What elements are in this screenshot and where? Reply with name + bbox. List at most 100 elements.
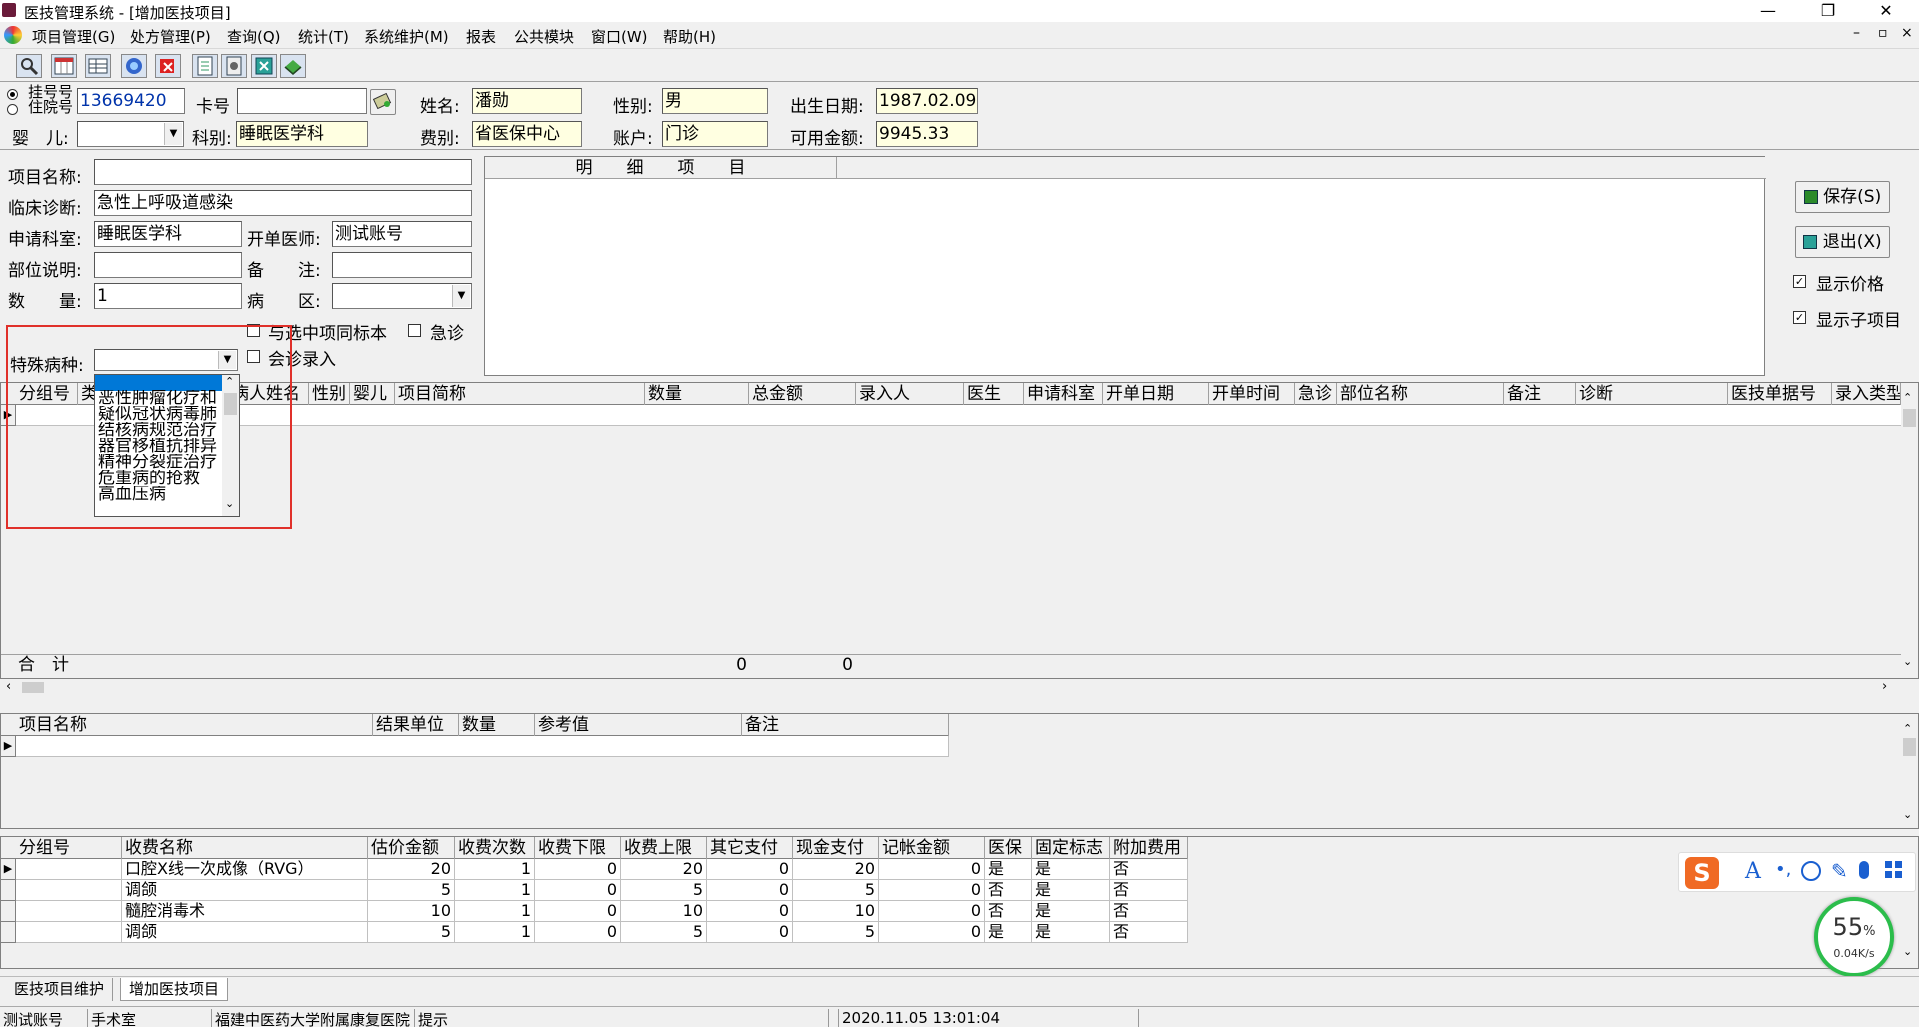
show-price-checkbox[interactable]: ✓ [1793, 275, 1806, 288]
card-input[interactable] [237, 88, 367, 114]
help-icon[interactable] [280, 54, 306, 78]
col-c-other[interactable]: 其它支付 [707, 837, 793, 859]
menu-stats[interactable]: 统计(T) [298, 26, 349, 47]
search-icon[interactable] [16, 54, 42, 78]
cell-name[interactable]: 调颌 [122, 880, 368, 901]
exit-button[interactable]: 退出(X) [1795, 226, 1890, 258]
cell-max[interactable]: 10 [621, 901, 707, 922]
chevron-down-icon[interactable]: ▼ [452, 285, 470, 307]
dropdown-option[interactable]: 结核病规范治疗 [98, 422, 222, 438]
result-grid-vscroll[interactable]: ⌃ ⌄ [1901, 714, 1918, 828]
settings-icon[interactable] [221, 54, 247, 78]
grid-icon[interactable] [1885, 861, 1903, 879]
cell-est[interactable]: 10 [368, 901, 455, 922]
menu-public[interactable]: 公共模块 [514, 26, 574, 47]
cell-name[interactable]: 调颌 [122, 922, 368, 943]
result-grid[interactable]: 项目名称 结果单位 数量 参考值 备注 ▶ ⌃ ⌄ [0, 713, 1919, 829]
dropdown-option[interactable]: 危重病的抢救 [98, 470, 222, 486]
col-entry-type[interactable]: 录入类型 [1832, 383, 1901, 405]
cell-insurance[interactable]: 是 [985, 859, 1032, 880]
col-total[interactable]: 总金额 [749, 383, 856, 405]
cell-min[interactable]: 0 [535, 880, 621, 901]
remark-input[interactable] [332, 252, 472, 278]
col-c-account[interactable]: 记帐金额 [879, 837, 985, 859]
dropdown-option[interactable]: 疑似冠状病毒肺 [98, 406, 222, 422]
cell-extra[interactable]: 否 [1110, 922, 1188, 943]
cell-name[interactable]: 口腔X线一次成像（RVG） [122, 859, 368, 880]
col-c-min[interactable]: 收费下限 [535, 837, 621, 859]
cell-est[interactable]: 5 [368, 880, 455, 901]
dob-input[interactable]: 1987.02.09 [876, 88, 978, 114]
dropdown-scrollbar[interactable]: ⌃ ⌄ [222, 375, 239, 516]
cell-times[interactable]: 1 [455, 880, 535, 901]
apply-dept-input[interactable]: 睡眠医学科 [94, 221, 242, 247]
emoji-icon[interactable] [1801, 861, 1821, 881]
col-entered-by[interactable]: 录入人 [856, 383, 964, 405]
globe-icon[interactable] [121, 54, 147, 78]
col-c-extra[interactable]: 附加费用 [1110, 837, 1188, 859]
cell-min[interactable]: 0 [535, 922, 621, 943]
punctuation-icon[interactable]: •, [1775, 859, 1791, 880]
charge-grid[interactable]: 分组号 收费名称 估价金额 收费次数 收费下限 收费上限 其它支付 现金支付 记… [0, 836, 1919, 969]
col-result-item[interactable]: 项目名称 [16, 714, 373, 736]
urgent-checkbox[interactable] [408, 324, 421, 337]
col-gender[interactable]: 性别 [309, 383, 350, 405]
calendar-icon[interactable] [51, 54, 77, 78]
cell-fixed[interactable]: 是 [1032, 901, 1110, 922]
save-button[interactable]: 保存(S) [1795, 181, 1890, 213]
col-reference[interactable]: 参考值 [535, 714, 742, 736]
hscroll-bar[interactable]: ‹ › [0, 679, 1919, 696]
col-c-times[interactable]: 收费次数 [455, 837, 535, 859]
mdi-restore-button[interactable]: ▫ [1878, 25, 1888, 41]
cell-other[interactable]: 0 [707, 901, 793, 922]
fee-type-input[interactable]: 省医保中心 [472, 121, 582, 147]
item-name-input[interactable] [94, 159, 472, 185]
document-icon[interactable] [192, 54, 218, 78]
cell-max[interactable]: 5 [621, 880, 707, 901]
col-c-name[interactable]: 收费名称 [122, 837, 368, 859]
items-grid-vscroll[interactable]: ⌃ ⌄ [1901, 383, 1918, 675]
col-c-est[interactable]: 估价金额 [368, 837, 455, 859]
exit-icon[interactable] [251, 54, 277, 78]
cell-insurance[interactable]: 否 [985, 901, 1032, 922]
cell-account[interactable]: 0 [879, 922, 985, 943]
selected-row[interactable] [16, 405, 1901, 426]
mdi-close-button[interactable]: × [1901, 25, 1913, 41]
tab-maintain[interactable]: 医技项目维护 [6, 978, 114, 1001]
diagnosis-input[interactable]: 急性上呼吸道感染 [94, 190, 472, 216]
sogou-logo-icon[interactable]: S [1685, 857, 1719, 889]
cell-insurance[interactable]: 否 [985, 880, 1032, 901]
cell-max[interactable]: 5 [621, 922, 707, 943]
cell-cash[interactable]: 10 [793, 901, 879, 922]
show-sub-checkbox[interactable]: ✓ [1793, 311, 1806, 324]
cell-name[interactable]: 髓腔消毒术 [122, 901, 368, 922]
dropdown-option[interactable]: 器官移植抗排异 [98, 438, 222, 454]
menu-report[interactable]: 报表 [466, 26, 496, 47]
cell-other[interactable]: 0 [707, 859, 793, 880]
col-order-time[interactable]: 开单时间 [1209, 383, 1295, 405]
cell-fixed[interactable]: 是 [1032, 880, 1110, 901]
special-disease-dropdown-list[interactable]: 恶性肿瘤化疗和 疑似冠状病毒肺 结核病规范治疗 器官移植抗排异 精神分裂症治疗 … [94, 374, 240, 517]
font-icon[interactable]: A [1745, 859, 1761, 884]
account-input[interactable]: 门诊 [662, 121, 768, 147]
cell-extra[interactable]: 否 [1110, 859, 1188, 880]
delete-icon[interactable] [155, 54, 181, 78]
items-grid-hscroll[interactable] [1, 677, 1918, 678]
scroll-thumb[interactable] [22, 682, 44, 693]
col-c-fixed[interactable]: 固定标志 [1032, 837, 1110, 859]
menu-query[interactable]: 查询(Q) [227, 26, 281, 47]
scroll-left-icon[interactable]: ‹ [6, 679, 11, 694]
menu-system[interactable]: 系统维护(M) [364, 26, 449, 47]
cell-times[interactable]: 1 [455, 901, 535, 922]
menu-window[interactable]: 窗口(W) [591, 26, 648, 47]
cell-other[interactable]: 0 [707, 922, 793, 943]
dropdown-option[interactable]: 高血压病 [98, 486, 222, 502]
ime-toolbar[interactable]: S A •, ✎ [1678, 852, 1916, 892]
balance-input[interactable]: 9945.33 [876, 121, 978, 147]
cell-account[interactable]: 0 [879, 901, 985, 922]
minimize-button[interactable]: — [1745, 0, 1791, 22]
col-result-remark[interactable]: 备注 [742, 714, 949, 736]
cell-account[interactable]: 0 [879, 880, 985, 901]
cell-fixed[interactable]: 是 [1032, 859, 1110, 880]
reg-no-input[interactable]: 13669420 [77, 88, 185, 114]
